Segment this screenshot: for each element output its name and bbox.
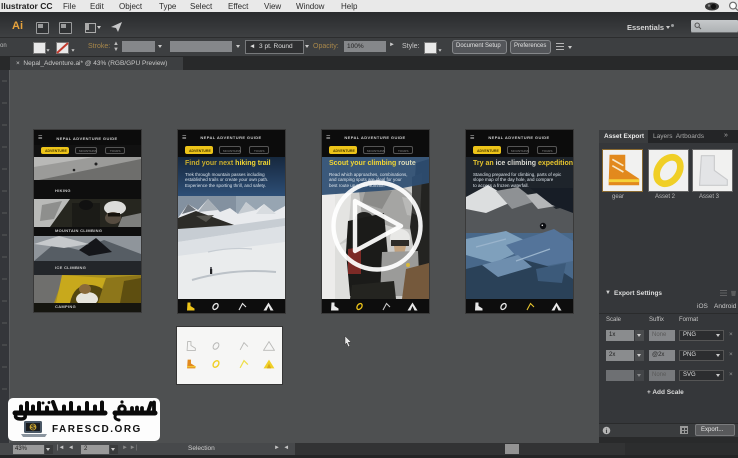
svg-text:i: i [606,428,608,435]
svg-text:$: $ [31,424,35,431]
